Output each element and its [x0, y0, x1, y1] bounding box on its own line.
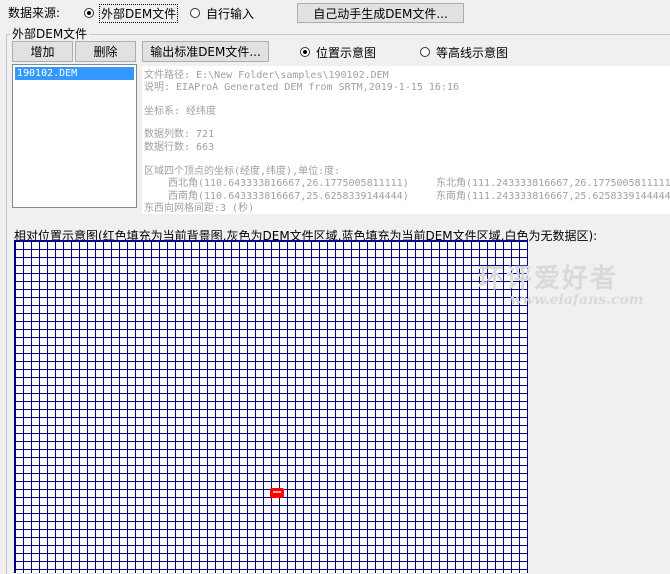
- southwest-corner-text: 西南角(110.643333816667,25.6258339144444): [168, 191, 409, 202]
- dem-info-panel: 文件路径: E:\New Folder\samples\190102.DEM 说…: [142, 66, 670, 214]
- radio-indicator: [300, 47, 310, 57]
- radio-indicator: [190, 8, 200, 18]
- radio-position-map-label: 位置示意图: [316, 45, 377, 60]
- radio-contour-map-label: 等高线示意图: [436, 45, 509, 60]
- dem-file-list[interactable]: 190102.DEM: [12, 64, 137, 208]
- radio-manual-input[interactable]: 自行输入: [190, 6, 255, 21]
- add-button[interactable]: 增加: [12, 41, 73, 62]
- columns-text: 数据列数: 721: [144, 129, 215, 140]
- radio-position-map[interactable]: 位置示意图: [300, 45, 377, 60]
- delete-button[interactable]: 删除: [75, 41, 136, 62]
- watermark-url: www.eiafans.com: [510, 292, 644, 308]
- coord-system-text: 坐标系: 经纬度: [144, 106, 217, 117]
- radio-external-dem[interactable]: 外部DEM文件: [84, 3, 179, 23]
- watermark-logo: 环评爱好者 www.eiafans.com: [478, 258, 644, 308]
- description-text: 说明: EIAProA Generated DEM from SRTM,2019…: [144, 82, 460, 93]
- rows-text: 数据行数: 663: [144, 142, 215, 153]
- data-source-label: 数据来源:: [8, 6, 61, 20]
- ew-spacing-text: 东西向网格间距:3 (秒): [144, 203, 255, 214]
- list-item[interactable]: 190102.DEM: [15, 67, 134, 80]
- export-dem-button[interactable]: 输出标准DEM文件...: [142, 41, 269, 62]
- radio-indicator: [84, 8, 94, 18]
- southeast-corner-text: 东南角(111.243333816667,25.6258339144444): [436, 191, 670, 202]
- position-map-grid: [14, 240, 528, 573]
- generate-dem-button[interactable]: 自己动手生成DEM文件...: [297, 3, 464, 23]
- radio-external-dem-label: 外部DEM文件: [98, 3, 179, 23]
- file-path-text: 文件路径: E:\New Folder\samples\190102.DEM: [144, 70, 389, 81]
- current-background-marker: [270, 488, 284, 498]
- radio-manual-input-label: 自行输入: [206, 6, 255, 21]
- watermark-text: 环评爱好者: [478, 264, 619, 294]
- northeast-corner-text: 东北角(111.243333816667,26.1775005811111): [436, 178, 670, 189]
- northwest-corner-text: 西北角(110.643333816667,26.1775005811111): [168, 178, 409, 189]
- external-dem-group-caption: 外部DEM文件: [10, 27, 90, 41]
- radio-contour-map[interactable]: 等高线示意图: [420, 45, 509, 60]
- radio-indicator: [420, 47, 430, 57]
- corners-title-text: 区域四个顶点的坐标(经度,纬度),单位:度:: [144, 166, 341, 177]
